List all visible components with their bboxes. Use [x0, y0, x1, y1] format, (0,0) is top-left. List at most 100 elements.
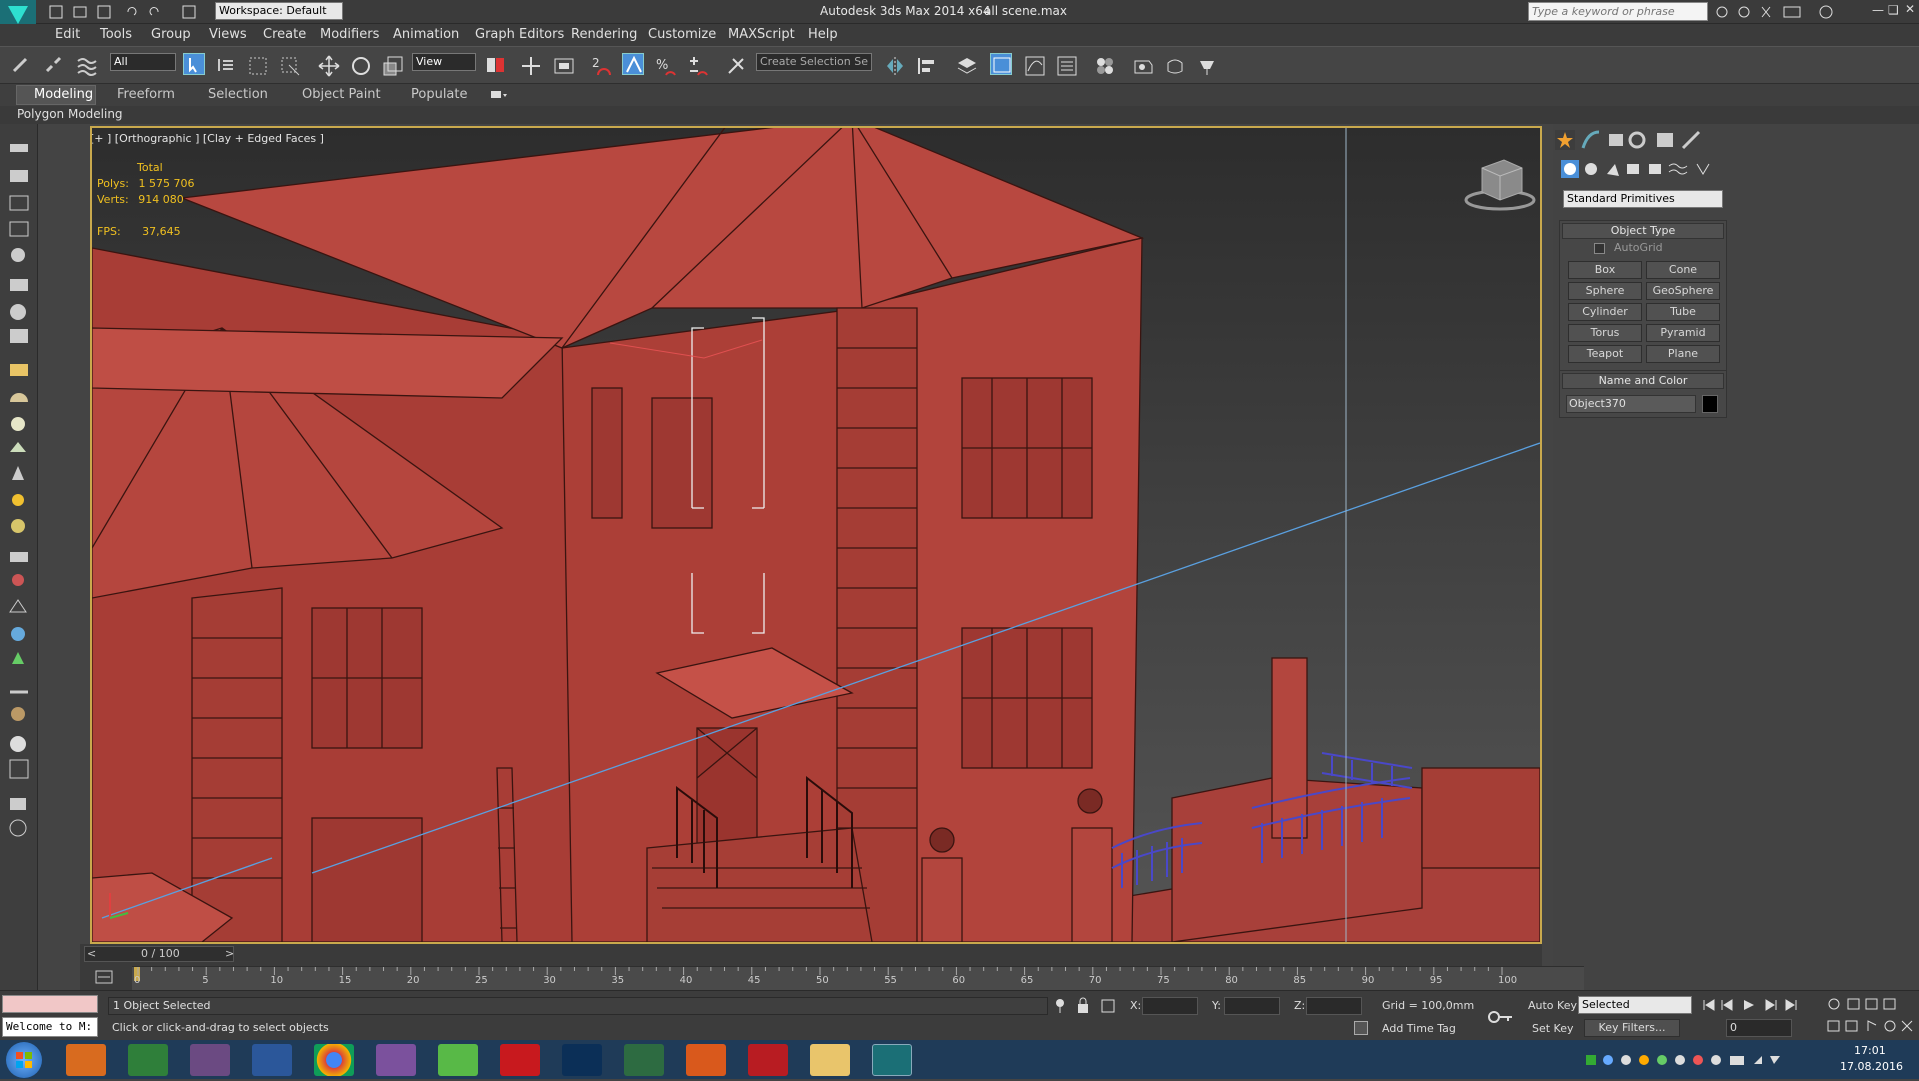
viber-icon[interactable] [376, 1044, 416, 1076]
lock-icons[interactable] [1052, 997, 1118, 1015]
green-leaf-app-icon[interactable] [128, 1044, 168, 1076]
menu-maxscript[interactable]: MAXScript [728, 27, 795, 42]
selection-filter-dropdown[interactable]: All [110, 53, 176, 71]
chrome-icon[interactable] [314, 1044, 354, 1076]
menu-edit[interactable]: Edit [55, 27, 80, 42]
rotate-icon[interactable] [350, 55, 372, 77]
tab-freeform[interactable]: Freeform [117, 87, 175, 102]
torus-button[interactable]: Torus [1568, 324, 1642, 342]
current-frame-field[interactable]: 0 [1726, 1019, 1792, 1037]
primitive-category-dropdown[interactable]: Standard Primitives [1563, 190, 1723, 208]
time-slider[interactable]: < 0 / 100 > [84, 946, 234, 962]
x-coordinate-field[interactable] [1142, 997, 1198, 1015]
plane-button[interactable]: Plane [1646, 345, 1720, 363]
system-tray-icons[interactable] [1584, 1052, 1784, 1068]
pyramid-button[interactable]: Pyramid [1646, 324, 1720, 342]
pivot-center-icon[interactable] [484, 55, 506, 77]
file-explorer-icon[interactable] [810, 1044, 850, 1076]
link-icon[interactable] [10, 55, 32, 77]
keyboard-shortcut-icon[interactable] [553, 55, 575, 77]
menu-modifiers[interactable]: Modifiers [320, 27, 379, 42]
menu-animation[interactable]: Animation [393, 27, 459, 42]
add-time-tag-icon[interactable] [1354, 1021, 1368, 1035]
menu-graph-editors[interactable]: Graph Editors [475, 27, 564, 42]
edit-named-selection-icon[interactable] [725, 55, 747, 77]
spinner-snap-icon[interactable] [686, 55, 708, 77]
quick-access-icons[interactable] [48, 4, 198, 20]
menu-rendering[interactable]: Rendering [571, 27, 637, 42]
left-tool-icons[interactable] [0, 124, 38, 990]
add-time-tag-label[interactable]: Add Time Tag [1382, 1022, 1456, 1035]
menu-views[interactable]: Views [209, 27, 247, 42]
timeline-track[interactable]: 0 5 10 15 20 25 30 35 40 45 50 55 60 65 70 75 80 85 90 95 10… [132, 966, 1584, 990]
material-editor-icon[interactable] [1094, 55, 1116, 77]
snaps-toggle-icon[interactable]: 2 [590, 55, 612, 77]
tab-selection[interactable]: Selection [208, 87, 268, 102]
command-panel-tabs[interactable] [1553, 128, 1713, 152]
teapot-button[interactable]: Teapot [1568, 345, 1642, 363]
align-icon[interactable] [916, 55, 938, 77]
tab-object-paint[interactable]: Object Paint [302, 87, 381, 102]
key-mode-dropdown[interactable]: Selected [1578, 996, 1692, 1014]
render-production-icon[interactable] [1196, 55, 1218, 77]
tab-populate[interactable]: Populate [411, 87, 468, 102]
select-object-icon[interactable] [183, 53, 205, 75]
key-filters-button[interactable]: Key Filters... [1584, 1019, 1680, 1037]
viewport-label[interactable]: [+ ] [Orthographic ] [Clay + Edged Faces… [92, 132, 324, 145]
window-crossing-icon[interactable] [279, 55, 301, 77]
unlink-icon[interactable] [43, 55, 65, 77]
3ds-max-taskbar-icon[interactable] [872, 1044, 912, 1076]
object-color-swatch[interactable] [1702, 395, 1718, 413]
named-selection-dropdown[interactable]: Create Selection Se [756, 53, 872, 71]
tab-modeling-label[interactable]: Modeling [34, 87, 93, 102]
ribbon-options-icon[interactable] [490, 89, 508, 101]
select-by-name-icon[interactable] [215, 55, 237, 77]
maxscript-listener-input[interactable]: Welcome to M: [2, 1017, 98, 1037]
scale-icon[interactable] [382, 55, 404, 77]
select-manipulate-icon[interactable] [520, 55, 542, 77]
clock-date[interactable]: 17.08.2016 [1840, 1060, 1903, 1073]
set-key-button[interactable]: Set Key [1532, 1022, 1574, 1035]
paint-app-icon[interactable] [190, 1044, 230, 1076]
viewport-orthographic[interactable]: [+ ] [Orthographic ] [Clay + Edged Faces… [90, 126, 1542, 944]
geosphere-button[interactable]: GeoSphere [1646, 282, 1720, 300]
z-coordinate-field[interactable] [1306, 997, 1362, 1015]
cylinder-button[interactable]: Cylinder [1568, 303, 1642, 321]
reference-coordinate-dropdown[interactable]: View [412, 53, 476, 71]
workspace-dropdown[interactable]: Workspace: Default [215, 2, 343, 20]
next-frame-arrow[interactable]: > [225, 947, 234, 960]
menu-group[interactable]: Group [151, 27, 191, 42]
menu-customize[interactable]: Customize [648, 27, 716, 42]
menu-create[interactable]: Create [263, 27, 306, 42]
graphite-ribbon-icon[interactable] [990, 53, 1012, 75]
mini-curve-icon[interactable] [94, 968, 114, 986]
schematic-view-icon[interactable] [1056, 55, 1078, 77]
clock-time[interactable]: 17:01 [1854, 1044, 1886, 1057]
auto-key-button[interactable]: Auto Key [1528, 999, 1577, 1012]
key-icon[interactable] [1488, 1005, 1514, 1029]
monitor-app-icon[interactable] [624, 1044, 664, 1076]
viewport-nav-icons[interactable] [1826, 995, 1916, 1037]
tube-button[interactable]: Tube [1646, 303, 1720, 321]
mirror-icon[interactable] [884, 55, 906, 77]
search-input[interactable] [1528, 2, 1708, 21]
curve-editor-icon[interactable] [1024, 55, 1046, 77]
percent-snap-icon[interactable]: % [654, 55, 676, 77]
bind-space-warp-icon[interactable] [76, 55, 98, 77]
object-type-header[interactable]: Object Type [1562, 223, 1724, 239]
polygon-modeling-label[interactable]: Polygon Modeling [17, 107, 123, 121]
sphere-button[interactable]: Sphere [1568, 282, 1642, 300]
rendered-frame-icon[interactable] [1164, 55, 1186, 77]
object-category-icons[interactable] [1561, 160, 1711, 178]
chromatic-app-icon[interactable] [686, 1044, 726, 1076]
maximize-button[interactable]: ❑ [1888, 3, 1899, 17]
acrobat-icon[interactable] [500, 1044, 540, 1076]
minimize-button[interactable]: — [1872, 3, 1884, 17]
word-icon[interactable] [252, 1044, 292, 1076]
name-color-header[interactable]: Name and Color [1562, 373, 1724, 389]
autocad-icon[interactable] [748, 1044, 788, 1076]
render-setup-icon[interactable] [1132, 55, 1154, 77]
green-app-icon[interactable] [438, 1044, 478, 1076]
maxscript-listener-top[interactable] [2, 995, 98, 1013]
cone-button[interactable]: Cone [1646, 261, 1720, 279]
